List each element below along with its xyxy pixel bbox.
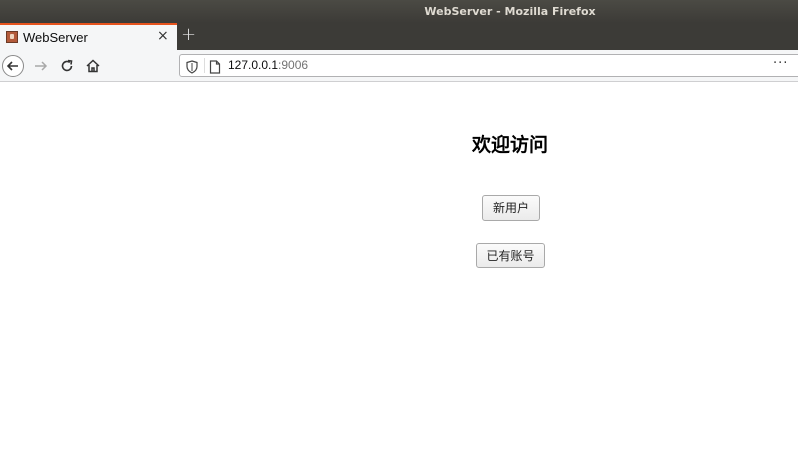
new-user-button[interactable]: 新用户: [482, 195, 540, 221]
page-heading: 欢迎访问: [471, 134, 548, 156]
favicon-icon: [6, 31, 18, 43]
new-tab-button[interactable]: +: [181, 24, 196, 45]
tab-strip: WebServer × +: [0, 23, 798, 50]
url-text[interactable]: 127.0.0.1:9006: [228, 58, 308, 73]
existing-account-button[interactable]: 已有账号: [476, 243, 545, 268]
reload-icon[interactable]: [59, 58, 75, 74]
back-arrow-icon: [3, 56, 23, 76]
url-host: 127.0.0.1: [228, 58, 279, 72]
tab-webserver[interactable]: WebServer ×: [0, 23, 177, 50]
url-port: :9006: [278, 58, 309, 72]
shield-icon[interactable]: [186, 59, 198, 78]
page-icon[interactable]: [209, 59, 221, 78]
window-title: WebServer - Mozilla Firefox: [424, 5, 596, 18]
forward-arrow-icon[interactable]: [33, 58, 49, 74]
url-bar[interactable]: 127.0.0.1:9006 ···: [179, 54, 798, 77]
navigation-toolbar: 127.0.0.1:9006 ···: [0, 50, 798, 82]
tab-title: WebServer: [23, 30, 88, 45]
back-button[interactable]: [2, 55, 24, 77]
page-actions-button[interactable]: ···: [773, 56, 788, 71]
window-titlebar: WebServer - Mozilla Firefox: [0, 0, 798, 23]
url-separator: [204, 58, 205, 73]
tab-close-icon[interactable]: ×: [157, 28, 169, 44]
home-icon[interactable]: [85, 58, 101, 74]
